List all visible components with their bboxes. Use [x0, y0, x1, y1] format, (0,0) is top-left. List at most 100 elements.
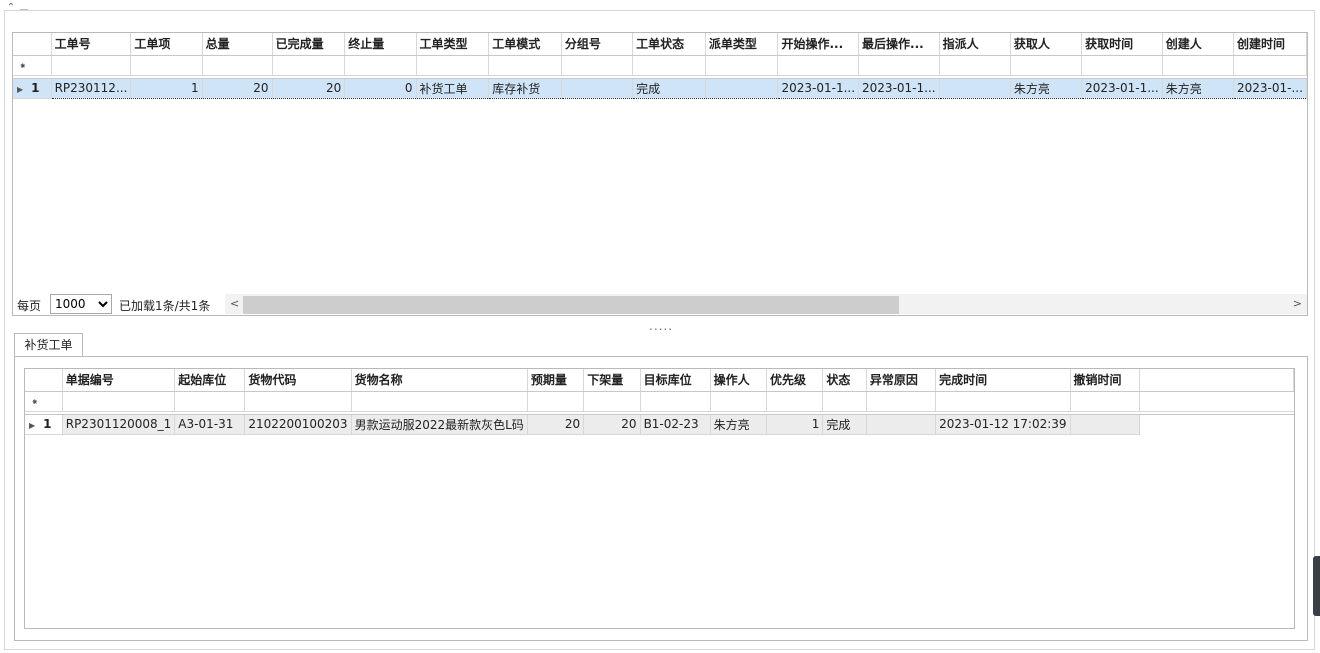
filter-cell[interactable]	[561, 55, 634, 76]
column-header[interactable]: 起始库位	[174, 369, 246, 392]
side-panel-tab[interactable]	[1313, 556, 1320, 616]
column-header[interactable]: 工单类型	[416, 33, 490, 56]
triangle-right-icon[interactable]: ▶	[17, 85, 23, 94]
filter-cell[interactable]	[935, 391, 1071, 412]
row-indicator[interactable]: ▶ 1	[25, 414, 63, 435]
column-header[interactable]: 优先级	[766, 369, 824, 392]
filter-cell[interactable]	[766, 391, 824, 412]
table-cell[interactable]: 20	[583, 414, 641, 435]
column-header[interactable]: 开始操作...	[777, 33, 860, 56]
column-header[interactable]: 完成时间	[935, 369, 1071, 392]
table-cell[interactable]: 2023-01-1...	[858, 77, 940, 99]
column-header[interactable]: 目标库位	[640, 369, 711, 392]
scroll-right-icon[interactable]: >	[1293, 297, 1302, 310]
column-header[interactable]: 获取人	[1010, 33, 1083, 56]
table-cell[interactable]: B1-02-23	[640, 414, 711, 435]
row-indicator[interactable]: ▶ 1	[13, 78, 52, 99]
filter-cell[interactable]	[527, 391, 585, 412]
column-header[interactable]: 工单模式	[488, 33, 562, 56]
column-header[interactable]: 创建时间	[1233, 33, 1307, 56]
column-header[interactable]: 派单类型	[705, 33, 779, 56]
table-cell[interactable]: 20	[272, 77, 346, 99]
tab-replenishment-order[interactable]: 补货工单	[14, 333, 83, 357]
filter-cell[interactable]	[1070, 391, 1140, 412]
column-header[interactable]: 工单号	[51, 33, 132, 56]
filter-cell[interactable]	[705, 55, 779, 76]
filter-cell[interactable]	[1233, 55, 1307, 76]
filter-cell[interactable]	[244, 391, 352, 412]
table-cell[interactable]	[1070, 414, 1140, 435]
horizontal-scrollbar[interactable]: < >	[225, 294, 1307, 314]
column-header[interactable]: 下架量	[583, 369, 641, 392]
column-header[interactable]: 异常原因	[866, 369, 937, 392]
table-cell[interactable]: 1	[130, 77, 203, 99]
filter-cell[interactable]	[939, 55, 1011, 76]
table-cell[interactable]: 库存补货	[488, 77, 562, 99]
table-cell[interactable]: 2023-01-1...	[1081, 77, 1163, 99]
column-header[interactable]: 预期量	[527, 369, 585, 392]
table-cell[interactable]: 补货工单	[416, 77, 490, 99]
scroll-left-icon[interactable]: <	[230, 297, 239, 310]
filter-cell[interactable]	[710, 391, 767, 412]
table-cell[interactable]: 2023-01-1...	[777, 77, 860, 99]
table-cell[interactable]: 男款运动服2022最新款灰色L码	[351, 414, 528, 435]
chevron-up-icon[interactable]: ⌃	[5, 2, 17, 14]
table-cell[interactable]: RP2301120008_1	[62, 414, 176, 435]
filter-cell[interactable]	[858, 55, 940, 76]
table-cell[interactable]: RP230112...	[51, 77, 132, 99]
filter-cell[interactable]	[416, 55, 490, 76]
filter-cell[interactable]	[866, 391, 937, 412]
scroll-thumb[interactable]	[243, 296, 899, 314]
column-header[interactable]: 工单项	[130, 33, 203, 56]
table-cell[interactable]: 1	[766, 414, 824, 435]
filter-cell[interactable]	[583, 391, 641, 412]
filter-cell[interactable]	[272, 55, 346, 76]
table-cell[interactable]: 0	[344, 77, 417, 99]
filter-cell[interactable]	[202, 55, 273, 76]
filter-cell[interactable]	[130, 55, 203, 76]
column-header[interactable]: 终止量	[344, 33, 417, 56]
triangle-right-icon[interactable]: ▶	[29, 421, 35, 430]
filter-cell[interactable]	[1162, 55, 1234, 76]
filter-cell[interactable]	[822, 391, 867, 412]
splitter-handle[interactable]: .....	[649, 319, 673, 333]
filter-cell[interactable]	[51, 55, 132, 76]
column-header[interactable]: 操作人	[710, 369, 767, 392]
filter-cell[interactable]	[640, 391, 711, 412]
table-cell[interactable]	[939, 77, 1011, 99]
table-cell[interactable]: 2102200100203	[244, 414, 352, 435]
table-row[interactable]: ▶ 1 RP230112... 1 20 20 0 补货工单 库存补货 完成 2023-01-1..…	[13, 77, 1307, 99]
filter-cell[interactable]	[1081, 55, 1163, 76]
table-cell[interactable]: 20	[202, 77, 273, 99]
table-cell[interactable]: A3-01-31	[174, 414, 246, 435]
table-cell[interactable]	[561, 77, 634, 99]
column-header[interactable]: 分组号	[561, 33, 634, 56]
column-header[interactable]: 获取时间	[1081, 33, 1163, 56]
filter-cell[interactable]	[344, 55, 417, 76]
filter-cell[interactable]	[351, 391, 528, 412]
per-page-select[interactable]: 1000	[50, 294, 112, 314]
table-cell[interactable]: 完成	[822, 414, 867, 435]
filter-cell[interactable]	[174, 391, 246, 412]
column-header[interactable]: 创建人	[1162, 33, 1234, 56]
table-row[interactable]: ▶ 1 RP2301120008_1 A3-01-31 2102200100203 男款运…	[25, 414, 1294, 435]
table-cell[interactable]: 2023-01-12 17:02:39	[935, 414, 1071, 435]
table-cell[interactable]: 完成	[632, 77, 706, 99]
column-header[interactable]: 状态	[822, 369, 867, 392]
column-header[interactable]: 已完成量	[272, 33, 346, 56]
column-header[interactable]: 货物名称	[351, 369, 528, 392]
filter-cell[interactable]	[632, 55, 706, 76]
column-header[interactable]: 货物代码	[244, 369, 352, 392]
filter-cell[interactable]	[1010, 55, 1083, 76]
filter-cell[interactable]	[488, 55, 562, 76]
column-header[interactable]: 工单状态	[632, 33, 706, 56]
filter-row[interactable]: ⁕	[13, 55, 1307, 76]
table-cell[interactable]: 朱方亮	[1162, 77, 1234, 99]
filter-cell[interactable]	[62, 391, 176, 412]
column-header[interactable]: 单据编号	[62, 369, 176, 392]
filter-row[interactable]: ⁕	[25, 391, 1294, 412]
column-header[interactable]: 撤销时间	[1070, 369, 1140, 392]
column-header[interactable]: 指派人	[939, 33, 1011, 56]
filter-cell[interactable]	[777, 55, 860, 76]
table-cell[interactable]: 朱方亮	[710, 414, 767, 435]
